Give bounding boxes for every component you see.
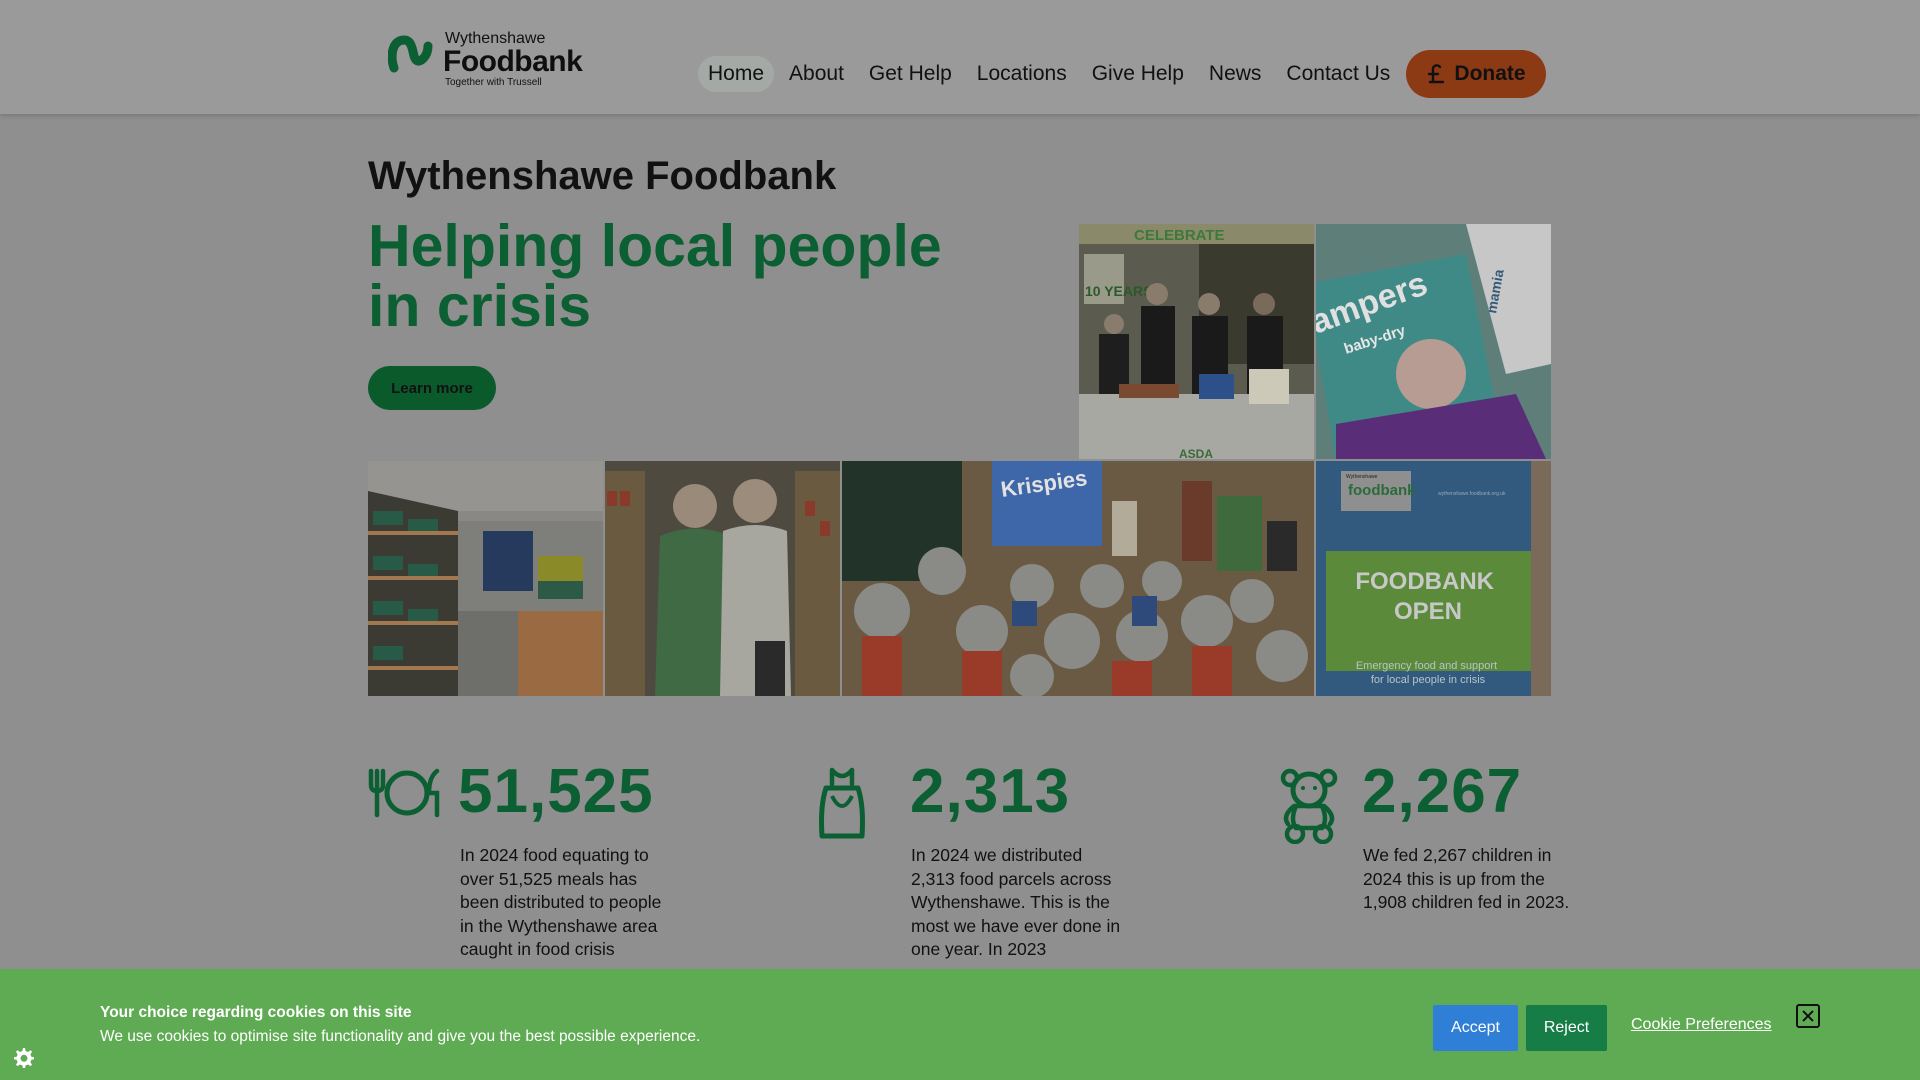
- logo-tagline: Together with Trussell: [445, 77, 542, 88]
- sign-logo-small-text: Wythenshawe: [1346, 474, 1378, 480]
- photo-food-tins: Krispies: [842, 461, 1314, 696]
- sign-logo-text: foodbank: [1348, 482, 1416, 499]
- sign-url-text: wythenshawe.foodbank.org.uk: [1438, 491, 1506, 497]
- nav-news[interactable]: News: [1199, 56, 1272, 92]
- logo-main-text: Foodbank: [443, 45, 583, 78]
- sign-heading-line-2: OPEN: [1394, 598, 1462, 625]
- site-header: Wythenshawe Foodbank Together with Truss…: [0, 0, 1920, 114]
- cookie-banner: Your choice regarding cookies on this si…: [0, 969, 1920, 1080]
- photo-volunteers-celebration: CELEBRATE 10 YEARS ASDA: [1079, 224, 1314, 459]
- site-logo[interactable]: Wythenshawe Foodbank Together with Truss…: [388, 28, 583, 92]
- learn-more-button[interactable]: Learn more: [368, 366, 496, 410]
- nav-contact-us[interactable]: Contact Us: [1276, 56, 1400, 92]
- nav-get-help[interactable]: Get Help: [859, 56, 962, 92]
- nav-about[interactable]: About: [779, 56, 854, 92]
- cookie-close-button[interactable]: [1796, 1004, 1820, 1028]
- donate-label: Donate: [1454, 62, 1526, 85]
- donate-button[interactable]: Donate: [1406, 50, 1546, 98]
- close-icon: [1802, 1010, 1814, 1022]
- celebrate-banner-text: CELEBRATE: [1134, 227, 1225, 244]
- cookie-preferences-link[interactable]: Cookie Preferences: [1631, 1016, 1772, 1034]
- stat-children-text: We fed 2,267 children in 2024 this is up…: [1363, 845, 1570, 912]
- sign-subtext-line-1: Emergency food and support: [1356, 660, 1497, 672]
- nav-locations[interactable]: Locations: [967, 56, 1077, 92]
- years-badge-text: 10 YEARS: [1085, 283, 1152, 299]
- foodbank-logo-icon: [388, 35, 433, 73]
- hero-headline: Helping local people in crisis: [368, 213, 942, 339]
- main-nav: Home About Get Help Locations Give Help …: [698, 52, 1405, 96]
- cookie-accept-button[interactable]: Accept: [1433, 1005, 1518, 1051]
- bag-icon: [819, 767, 865, 839]
- photo-warehouse-shelves: [368, 461, 603, 696]
- teddy-bear-icon: [1280, 768, 1338, 844]
- supermarket-logo-text: ASDA: [1179, 447, 1213, 459]
- stat-parcels-number: 2,313: [910, 757, 1071, 826]
- cookie-settings-gear-icon[interactable]: [11, 1046, 35, 1070]
- nav-home[interactable]: Home: [698, 56, 775, 92]
- page-title: Wythenshawe Foodbank: [368, 154, 837, 198]
- stat-children-number: 2,267: [1362, 757, 1523, 826]
- stat-parcels-text: In 2024 we distributed 2,313 food parcel…: [911, 845, 1121, 959]
- plate-cutlery-icon: [368, 768, 440, 818]
- cookie-body: We use cookies to optimise site function…: [100, 1028, 701, 1045]
- cookie-title: Your choice regarding cookies on this si…: [100, 1004, 412, 1021]
- pound-coin-icon: [1428, 64, 1445, 84]
- photo-nappies: ampers baby-dry mamia: [1316, 224, 1551, 459]
- stat-meals-text: In 2024 food equating to over 51,525 mea…: [460, 845, 662, 959]
- sign-subtext-line-2: for local people in crisis: [1371, 674, 1486, 686]
- sign-heading-line-1: FOODBANK: [1355, 568, 1494, 595]
- cookie-reject-button[interactable]: Reject: [1526, 1005, 1607, 1051]
- photo-foodbank-open-sign: Wythenshawe foodbank wythenshawe.foodban…: [1316, 461, 1551, 696]
- stat-meals-number: 51,525: [458, 757, 654, 826]
- photo-two-volunteers: [605, 461, 840, 696]
- nav-give-help[interactable]: Give Help: [1082, 56, 1194, 92]
